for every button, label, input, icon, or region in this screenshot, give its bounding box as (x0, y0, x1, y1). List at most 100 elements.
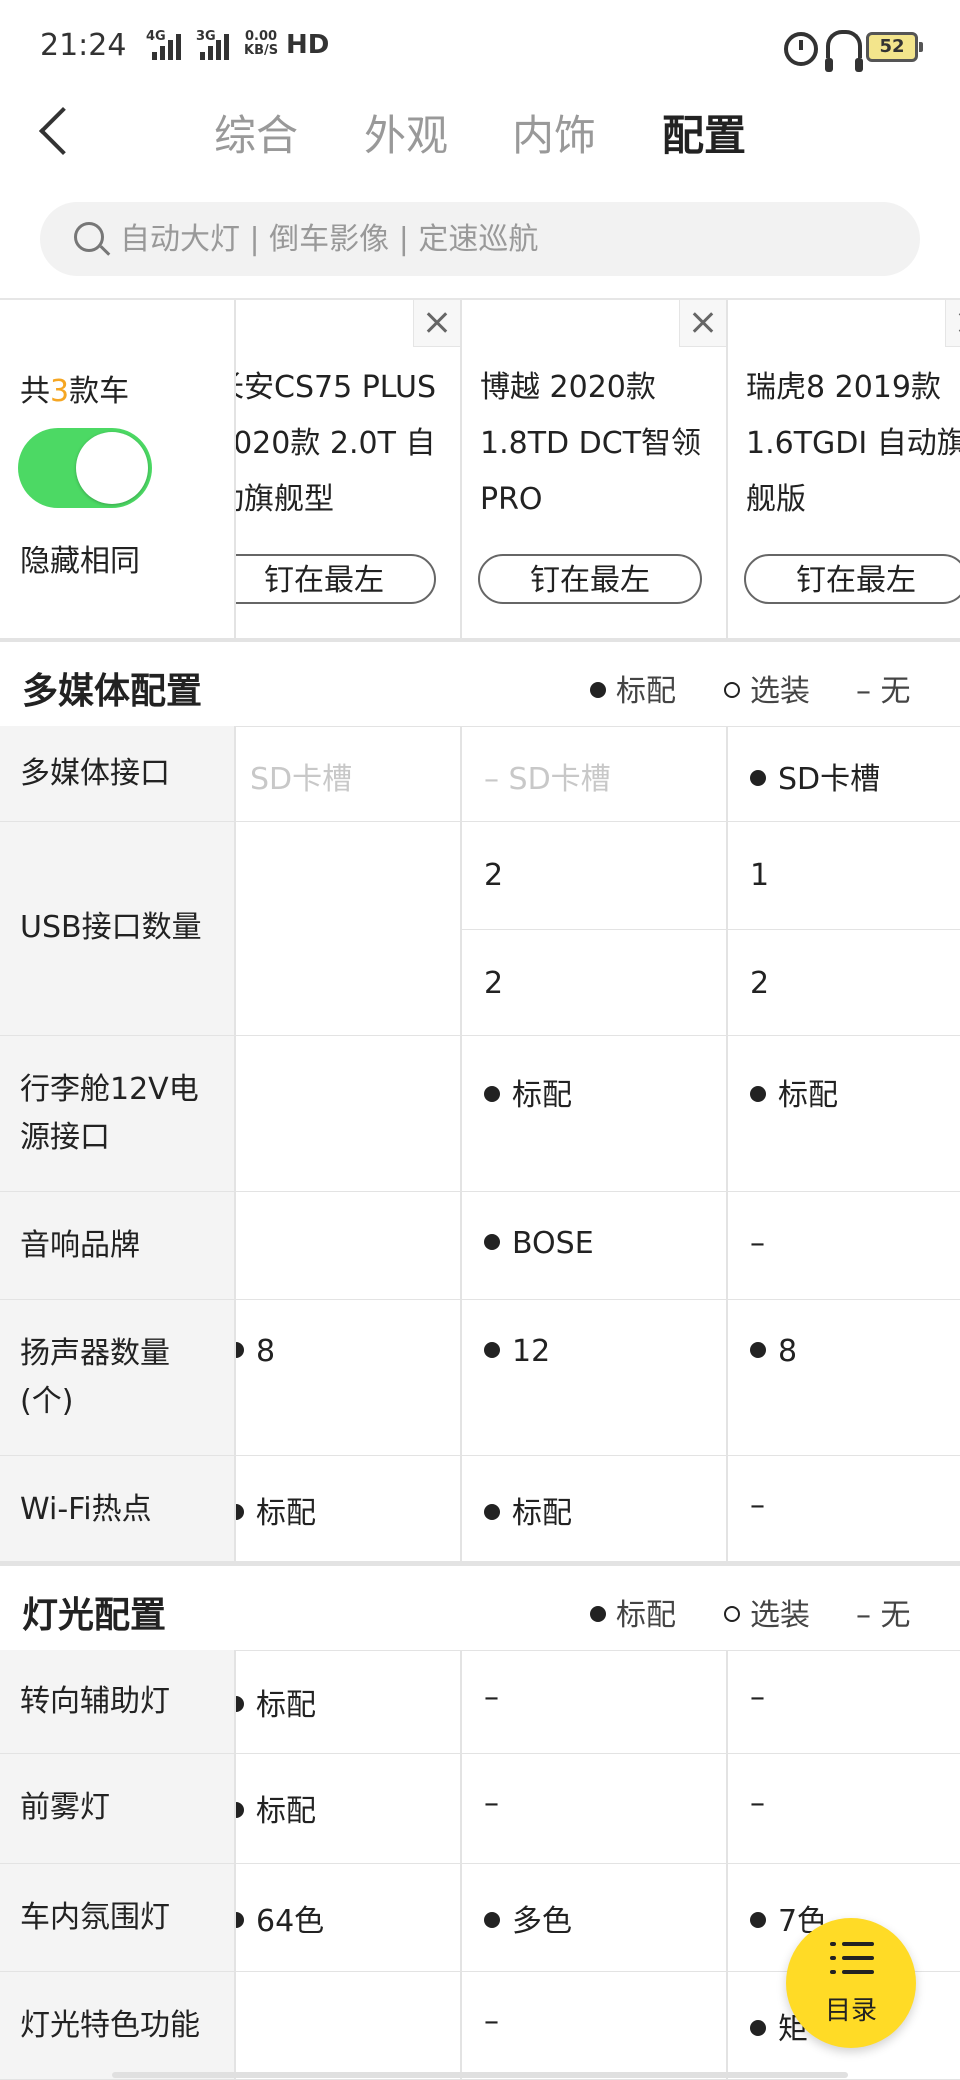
table-cell: – (726, 1456, 960, 1562)
tab-exterior[interactable]: 外观 (364, 102, 448, 163)
legend-standard: 标配 (590, 1590, 676, 1634)
section-header-multimedia: 多媒体配置 标配 选装 – 无 (0, 642, 960, 727)
section-title: 灯光配置 (22, 1595, 167, 1636)
row-label: 车内氛围灯 (0, 1864, 234, 1972)
legend-standard: 标配 (590, 666, 676, 710)
search-icon (74, 222, 104, 252)
car-count: 共3款车 (20, 374, 130, 409)
tab-interior[interactable]: 内饰 (512, 102, 596, 163)
toggle-knob (76, 432, 148, 504)
table-cell: 2 (460, 822, 726, 930)
pin-left-button[interactable]: 钉在最左 (236, 554, 436, 604)
hd-indicator: HD (286, 30, 330, 60)
table-cell (234, 822, 460, 1036)
filled-dot-icon (236, 1801, 244, 1818)
row-label: 行李舱12V电源接口 (0, 1036, 234, 1192)
catalog-label: 目录 (824, 1996, 877, 2026)
filled-dot-icon (484, 1085, 500, 1102)
filled-dot-icon (750, 1085, 766, 1102)
close-icon[interactable] (413, 300, 460, 347)
row-label: 前雾灯 (0, 1754, 234, 1864)
car-name: 长安CS75 PLUS 2020款 2.0T 自动旗舰型 (234, 370, 437, 517)
filled-dot-icon (236, 1911, 244, 1928)
status-time: 21:24 (40, 28, 127, 63)
table-cell: 8 (726, 1300, 960, 1456)
row-label: 扬声器数量(个) (0, 1300, 234, 1456)
row-label: 多媒体接口 (0, 726, 234, 822)
table-cell: 64色 (234, 1864, 460, 1972)
signal-bars-icon (200, 32, 230, 60)
table-cell: 多色 (460, 1864, 726, 1972)
car-column: 长安CS75 PLUS 2020款 2.0T 自动旗舰型 钉在最左 (234, 300, 462, 638)
signal-bars-icon (152, 32, 182, 60)
filled-dot-icon (750, 1341, 766, 1358)
section-title: 多媒体配置 (22, 671, 203, 712)
table-cell: SD卡槽 (726, 726, 960, 822)
search-bar[interactable] (40, 202, 920, 276)
tab-config[interactable]: 配置 (662, 102, 746, 163)
back-button[interactable] (36, 106, 76, 156)
table-cell: 2 (726, 930, 960, 1036)
table-cell: – SD卡槽 (460, 726, 726, 822)
filled-dot-icon (484, 1503, 500, 1520)
car-header-scroller[interactable]: 长安CS75 PLUS 2020款 2.0T 自动旗舰型 钉在最左 博越 202… (234, 300, 960, 638)
search-input[interactable] (120, 202, 880, 276)
close-icon[interactable] (679, 300, 726, 347)
filled-dot-icon (750, 1911, 766, 1928)
table-cell (234, 1192, 460, 1300)
table-cell: – (460, 1972, 726, 2080)
table-cell: – (460, 1754, 726, 1864)
row-label: 灯光特色功能 (0, 1972, 234, 2080)
horizontal-scrollbar[interactable] (112, 2072, 848, 2078)
filled-dot-icon (750, 2019, 766, 2036)
close-icon[interactable] (945, 300, 960, 347)
table-cell: – (726, 1650, 960, 1754)
legend-optional: 选装 (724, 666, 810, 710)
table-cell (234, 1036, 460, 1192)
filled-dot-icon (236, 1503, 244, 1520)
pin-left-button[interactable]: 钉在最左 (744, 554, 960, 604)
battery-icon: 52 (866, 32, 923, 62)
table-cell: 标配 (460, 1036, 726, 1192)
car-column: 博越 2020款 1.8TD DCT智领PRO 钉在最左 (460, 300, 728, 638)
alarm-icon (784, 32, 818, 66)
filled-dot-icon (236, 1341, 244, 1358)
filled-dot-icon (484, 1341, 500, 1358)
table-cell: 1 (726, 822, 960, 930)
table-cell: 标配 (726, 1036, 960, 1192)
table-cell: 8 (234, 1300, 460, 1456)
filled-dot-icon (484, 1911, 500, 1928)
filled-dot-icon (750, 769, 766, 786)
table-cell: 标配 (234, 1754, 460, 1864)
table-cell: 标配 (460, 1456, 726, 1562)
pin-left-button[interactable]: 钉在最左 (478, 554, 702, 604)
car-name: 瑞虎8 2019款 1.6TGDI 自动旗舰版 (746, 370, 960, 517)
filled-dot-icon (590, 681, 606, 698)
legend-none: – 无 (856, 1598, 911, 1633)
table-cell: – (726, 1754, 960, 1864)
hollow-dot-icon (724, 1605, 740, 1622)
filled-dot-icon (484, 1233, 500, 1250)
table-cell: 标配 (234, 1456, 460, 1562)
section-header-lighting: 灯光配置 标配 选装 – 无 (0, 1566, 960, 1651)
car-name: 博越 2020款 1.8TD DCT智领PRO (480, 370, 702, 517)
table-cell (234, 1972, 460, 2080)
filled-dot-icon (236, 1695, 244, 1712)
table-cell: 2 (460, 930, 726, 1036)
table-cell: 12 (460, 1300, 726, 1456)
hide-same-toggle[interactable] (18, 428, 152, 508)
car-column: 瑞虎8 2019款 1.6TGDI 自动旗舰版 钉在最左 (726, 300, 960, 638)
hide-same-label: 隐藏相同 (20, 544, 140, 579)
headphone-icon (825, 30, 863, 72)
row-label: 音响品牌 (0, 1192, 234, 1300)
tab-overview[interactable]: 综合 (214, 102, 298, 163)
table-cell: 标配 (234, 1650, 460, 1754)
catalog-button[interactable]: 目录 (786, 1918, 916, 2048)
list-icon (830, 1942, 874, 1978)
hollow-dot-icon (724, 681, 740, 698)
legend-optional: 选装 (724, 1590, 810, 1634)
table-cell: BOSE (460, 1192, 726, 1300)
row-label: USB接口数量 (0, 822, 234, 1036)
table-cell: – (726, 1192, 960, 1300)
row-label: 转向辅助灯 (0, 1650, 234, 1754)
